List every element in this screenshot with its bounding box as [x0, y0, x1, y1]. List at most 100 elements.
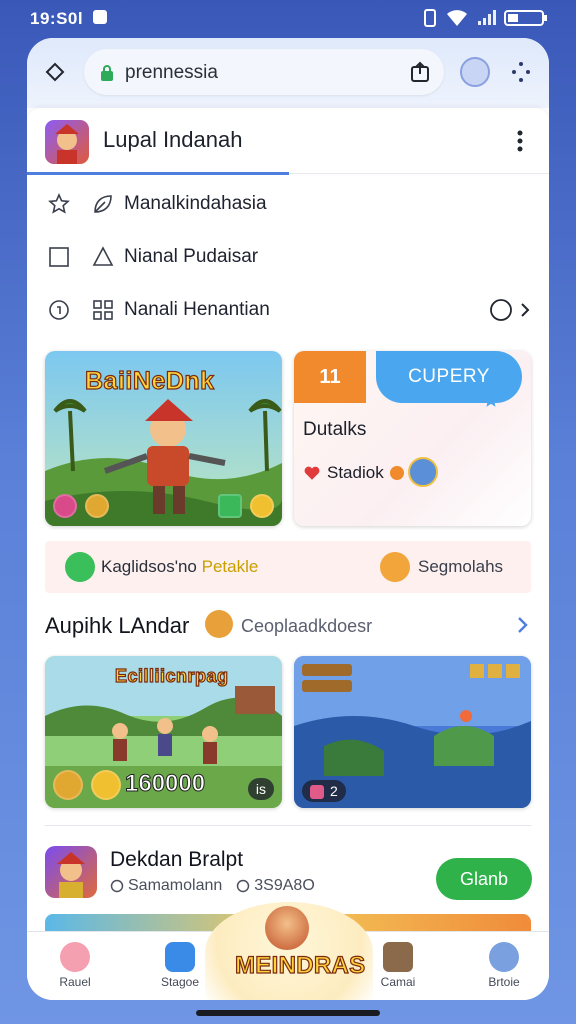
- bottom-nav: Rauel Stagoe MEINDRAS Camai Brtoie: [27, 902, 549, 1000]
- game-card-right[interactable]: 2: [294, 656, 531, 808]
- shield-badge-icon: [85, 494, 109, 518]
- url-bar[interactable]: prennessia: [84, 49, 444, 95]
- store-icon: [165, 942, 195, 972]
- trophy-badge-icon: [53, 770, 83, 800]
- menu-item-3[interactable]: Nanali Henantian: [27, 284, 549, 336]
- deal-number-badge: 11: [294, 351, 366, 403]
- nav-item-3[interactable]: Camai: [363, 940, 433, 996]
- coin-badge-icon: [91, 770, 121, 800]
- share-icon[interactable]: [409, 61, 431, 83]
- menu-item-1[interactable]: Manalkindahasia: [27, 178, 549, 230]
- status-time: 19:S0l: [30, 9, 84, 28]
- nav-item-4-label: Brtoie: [488, 975, 520, 989]
- game-left-logo: Ecilliicnrpag: [114, 665, 229, 686]
- checkbox-icon[interactable]: [47, 245, 71, 269]
- listing-avatar: [45, 846, 97, 898]
- nav-center-banner[interactable]: MEINDRAS: [205, 902, 373, 1000]
- listing-meta-b: 3S9A8O: [254, 877, 315, 894]
- hearts-badge-icon: [310, 785, 324, 799]
- kebab-icon[interactable]: [517, 129, 523, 153]
- gem-badge-icon: [53, 494, 77, 518]
- promo-strip[interactable]: Kaglidsos'no Petakle Segmolahs: [45, 541, 531, 593]
- sparkle-icon: [483, 392, 499, 407]
- dot-icon: [389, 466, 404, 480]
- smiley-icon: [380, 552, 410, 582]
- menu-item-3-label: Nanali Henantian: [124, 299, 270, 320]
- status-bar: 19:S0l: [0, 0, 576, 36]
- toggle-circle-icon[interactable]: [489, 298, 513, 322]
- browser-window: prennessia Lupal Indanah Manalkindahasia…: [27, 38, 549, 1000]
- deal-card[interactable]: 11 CUPERY Dutalks Stadiok: [294, 351, 531, 526]
- strip-highlight: Petakle: [201, 557, 259, 576]
- menu-item-3-trailing: [489, 298, 531, 322]
- nav-item-1-label: Rauel: [59, 975, 91, 989]
- app-avatar: [45, 120, 89, 164]
- chevron-right-icon: [521, 303, 530, 317]
- info-circle-icon: [49, 300, 69, 320]
- home-icon: [45, 62, 65, 82]
- status-icons: [422, 9, 548, 27]
- profile-icon[interactable]: [460, 57, 490, 87]
- character-icon: [383, 942, 413, 972]
- deal-tag: Stadiok: [303, 463, 404, 483]
- pig-icon: [60, 942, 90, 972]
- menu-item-2[interactable]: Nianal Pudaisar: [27, 231, 549, 283]
- game-left-badges: [53, 770, 121, 800]
- chevron-right-icon[interactable]: [517, 615, 529, 635]
- deal-avatar: [408, 457, 438, 487]
- hero-badges-right: [218, 494, 274, 518]
- hero-badges: [53, 494, 109, 518]
- menu-item-1-label: Manalkindahasia: [124, 193, 267, 214]
- hero-game-logo: BaiiNeDnk: [84, 366, 215, 395]
- hero-avatar-icon: [265, 906, 309, 950]
- game-right-pill: 2: [302, 779, 346, 802]
- strip-text-right: Segmolahs: [418, 557, 504, 576]
- lock-icon: [101, 65, 113, 81]
- cube-icon: [65, 552, 95, 582]
- wifi-icon: [447, 10, 467, 26]
- signal-icon: [478, 10, 496, 25]
- deal-tag-label: Stadiok: [327, 463, 384, 482]
- nav-item-1[interactable]: Rauel: [40, 940, 110, 996]
- game-card-left[interactable]: Ecilliicnrpag 160000 is: [45, 656, 282, 808]
- page-title: Lupal Indanah: [103, 127, 243, 152]
- strip-text-main: Kaglidsos'no Petakle: [101, 557, 259, 576]
- section-title: Aupihk LAndar: [45, 613, 190, 638]
- shield-check-icon: [110, 879, 124, 893]
- hero-game-card[interactable]: BaiiNeDnk: [45, 351, 282, 526]
- game-left-stat: 160000: [124, 770, 206, 798]
- menu-item-2-label: Nianal Pudaisar: [124, 246, 259, 267]
- listing-title: Dekdan Bralpt: [110, 848, 244, 871]
- get-button[interactable]: Glanb: [436, 858, 532, 900]
- battery-icon: [504, 10, 547, 26]
- section-subtitle: Ceoplaadkdoesr: [241, 616, 373, 636]
- vibrate-icon: [424, 9, 436, 27]
- deal-pill[interactable]: CUPERY: [376, 351, 522, 403]
- home-button[interactable]: [41, 58, 69, 86]
- eye-icon: [489, 942, 519, 972]
- cat-icon: [205, 610, 233, 638]
- page-header: Lupal Indanah: [27, 108, 549, 174]
- tab-indicator: [27, 172, 289, 175]
- nav-item-4[interactable]: Brtoie: [469, 940, 539, 996]
- listing-meta: Samamolann 3S9A8O: [110, 877, 315, 895]
- leaf-icon: [94, 195, 112, 213]
- heart-icon: [304, 466, 320, 480]
- game-left-pill: is: [247, 778, 274, 800]
- menu-dots-icon[interactable]: [510, 58, 532, 86]
- triangle-icon: [92, 246, 114, 266]
- notification-icon: [93, 10, 107, 24]
- deal-title: Dutalks: [303, 419, 367, 440]
- arrow-badge-icon: [218, 494, 242, 518]
- listing-meta-a: Samamolann: [128, 877, 223, 894]
- home-indicator[interactable]: [196, 1010, 380, 1016]
- url-text: prennessia: [125, 62, 218, 83]
- browser-toolbar: prennessia: [27, 38, 549, 108]
- grid-icon: [93, 300, 113, 320]
- star-outline-icon: [48, 193, 70, 214]
- download-count-icon: [237, 879, 250, 893]
- nav-item-3-label: Camai: [380, 975, 416, 989]
- star-badge-icon: [250, 494, 274, 518]
- divider: [45, 825, 531, 826]
- nav-center-label: MEINDRAS: [234, 951, 366, 979]
